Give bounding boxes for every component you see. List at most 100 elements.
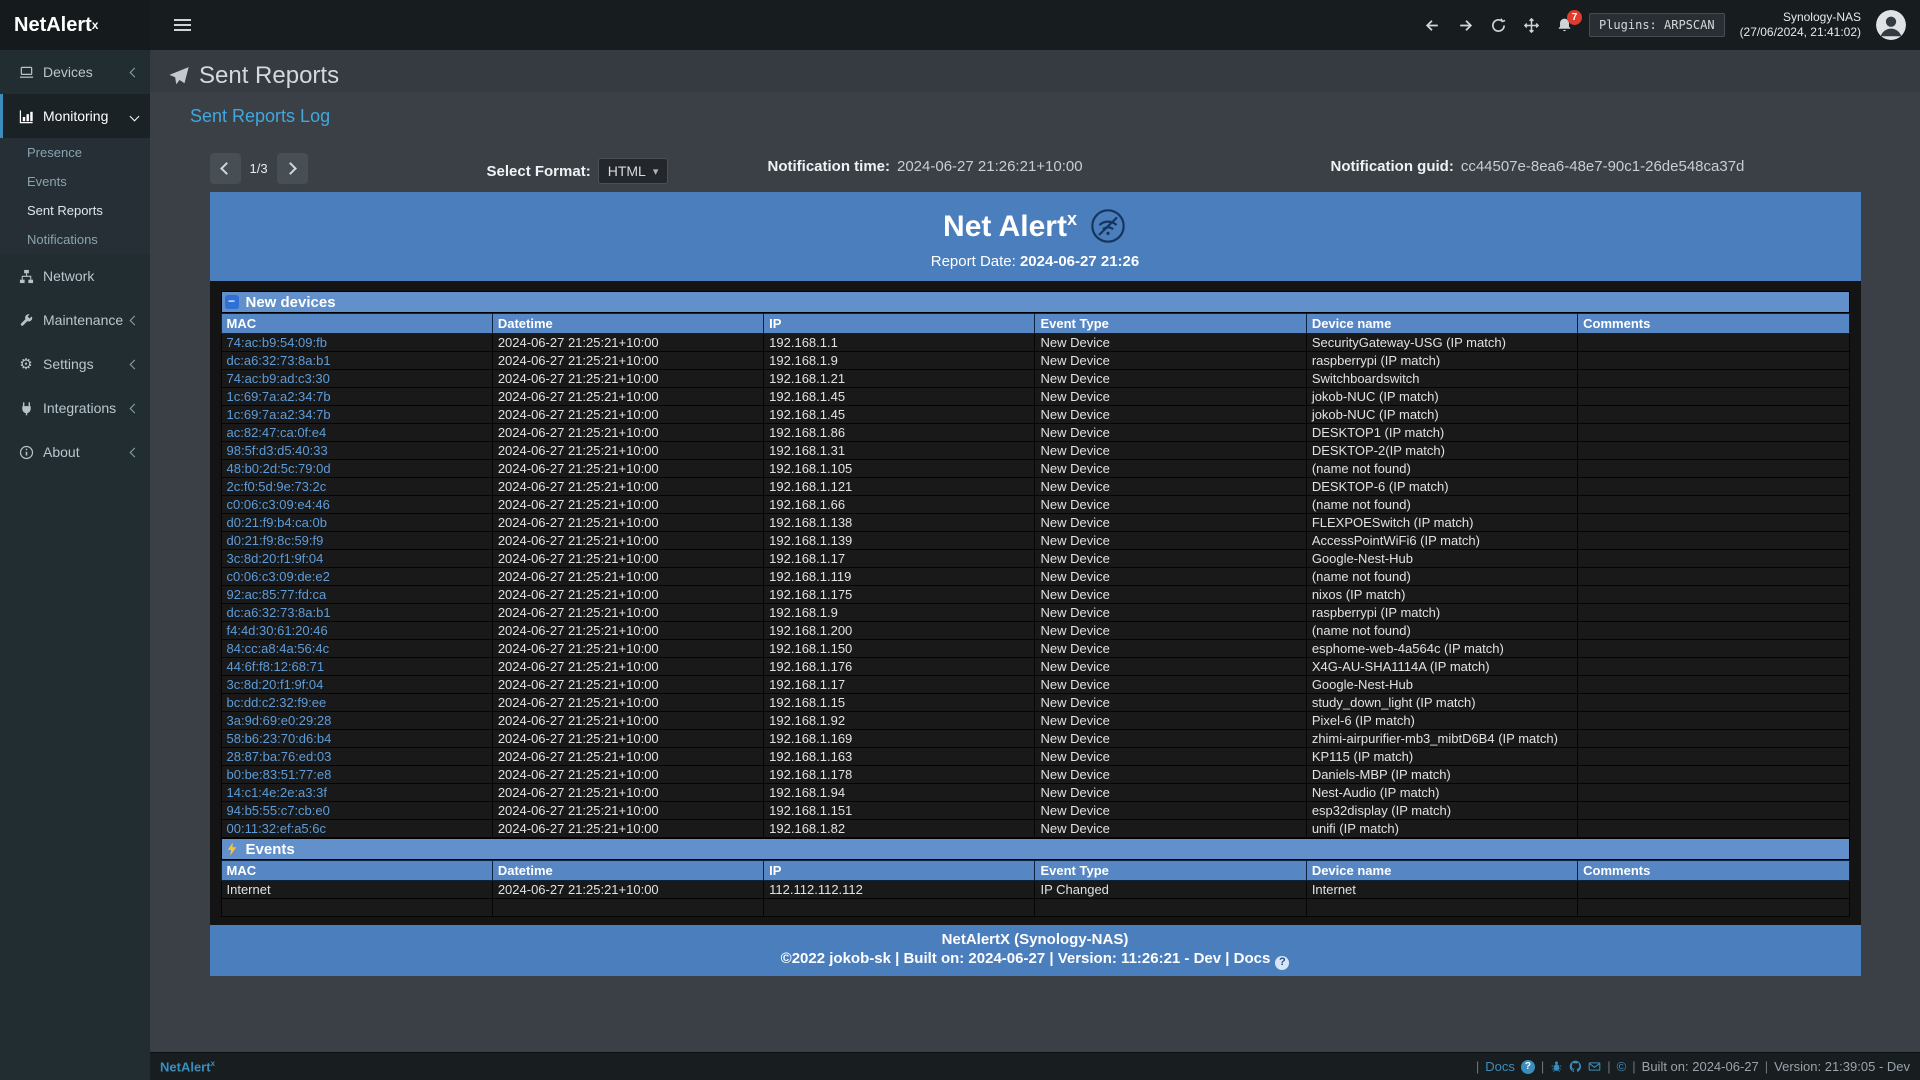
docs-link[interactable]: Docs — [1485, 1059, 1515, 1074]
sidebar-item-settings[interactable]: ⚙ Settings — [0, 342, 150, 386]
mac-link[interactable]: d0:21:f9:b4:ca:0b — [221, 514, 492, 532]
mac-link[interactable]: dc:a6:32:73:8a:b1 — [221, 604, 492, 622]
notification-guid-group: Notification guid: cc44507e-8ea6-48e7-90… — [1331, 158, 1745, 175]
mac-link[interactable]: 92:ac:85:77:fd:ca — [221, 586, 492, 604]
refresh-icon[interactable] — [1490, 16, 1508, 34]
mac-link[interactable]: 48:b0:2d:5c:79:0d — [221, 460, 492, 478]
device-name-cell: jokob-NUC (IP match) — [1306, 388, 1577, 406]
move-icon[interactable] — [1523, 16, 1541, 34]
ip-cell: 192.168.1.119 — [764, 568, 1035, 586]
mac-link[interactable]: c0:06:c3:09:e4:46 — [221, 496, 492, 514]
mail-icon[interactable] — [1588, 1060, 1601, 1073]
format-group: Select Format: HTML ▾ — [487, 158, 669, 184]
event-type-cell: New Device — [1035, 730, 1306, 748]
datetime-cell: 2024-06-27 21:25:21+10:00 — [492, 766, 763, 784]
chevron-down-icon — [130, 111, 140, 121]
mac-link[interactable]: 14:c1:4e:2e:a3:3f — [221, 784, 492, 802]
mac-link[interactable]: 28:87:ba:76:ed:03 — [221, 748, 492, 766]
sidebar-item-monitoring[interactable]: Monitoring — [0, 94, 150, 138]
copyright-icon[interactable]: © — [1617, 1059, 1627, 1074]
mac-link[interactable]: 1c:69:7a:a2:34:7b — [221, 406, 492, 424]
question-circle-icon[interactable]: ? — [1521, 1060, 1535, 1074]
device-name-cell: DESKTOP-6 (IP match) — [1306, 478, 1577, 496]
footer-brand[interactable]: NetAlertx — [160, 1059, 215, 1074]
mac-link[interactable]: bc:dd:c2:32:f9:ee — [221, 694, 492, 712]
mac-link[interactable]: 3c:8d:20:f1:9f:04 — [221, 550, 492, 568]
sidebar-item-integrations[interactable]: Integrations — [0, 386, 150, 430]
mac-link[interactable]: 74:ac:b9:ad:c3:30 — [221, 370, 492, 388]
device-row: dc:a6:32:73:8a:b1 2024-06-27 21:25:21+10… — [221, 604, 1849, 622]
mac-link[interactable]: 84:cc:a8:4a:56:4c — [221, 640, 492, 658]
notifications-bell-icon[interactable]: 7 — [1556, 16, 1574, 34]
device-row: 74:ac:b9:54:09:fb 2024-06-27 21:25:21+10… — [221, 334, 1849, 352]
mac-link[interactable]: dc:a6:32:73:8a:b1 — [221, 352, 492, 370]
mac-link[interactable]: 58:b6:23:70:d6:b4 — [221, 730, 492, 748]
device-name-cell: Google-Nest-Hub — [1306, 676, 1577, 694]
datetime-cell: 2024-06-27 21:25:21+10:00 — [492, 820, 763, 838]
sent-reports-log-link[interactable]: Sent Reports Log — [190, 106, 330, 127]
mac-link[interactable]: 94:b5:55:c7:cb:e0 — [221, 802, 492, 820]
sidebar-item-devices[interactable]: Devices — [0, 50, 150, 94]
ip-cell: 192.168.1.139 — [764, 532, 1035, 550]
datetime-cell: 2024-06-27 21:25:21+10:00 — [492, 352, 763, 370]
report-controls: 1/3 Select Format: HTML ▾ Notification t… — [210, 151, 1861, 187]
mac-link[interactable]: d0:21:f9:8c:59:f9 — [221, 532, 492, 550]
device-row: 3c:8d:20:f1:9f:04 2024-06-27 21:25:21+10… — [221, 550, 1849, 568]
mac-cell: Internet — [221, 881, 492, 899]
mac-link[interactable]: ac:82:47:ca:0f:e4 — [221, 424, 492, 442]
mac-link[interactable]: 3c:8d:20:f1:9f:04 — [221, 676, 492, 694]
forward-arrow-icon[interactable] — [1457, 16, 1475, 34]
github-icon[interactable] — [1569, 1060, 1582, 1073]
mac-link[interactable]: b0:be:83:51:77:e8 — [221, 766, 492, 784]
sidebar-subitem-presence[interactable]: Presence — [0, 138, 150, 167]
event-type-cell: New Device — [1035, 802, 1306, 820]
datetime-cell: 2024-06-27 21:25:21+10:00 — [492, 748, 763, 766]
app-logo[interactable]: NetAlertx — [0, 0, 150, 50]
mac-link[interactable]: 44:6f:f8:12:68:71 — [221, 658, 492, 676]
mac-link[interactable]: 2c:f0:5d:9e:73:2c — [221, 478, 492, 496]
new-devices-section-bar: − New devices — [221, 291, 1850, 313]
comments-cell — [1578, 640, 1849, 658]
event-type-cell: New Device — [1035, 352, 1306, 370]
sidebar-item-maintenance[interactable]: Maintenance — [0, 298, 150, 342]
next-page-button[interactable] — [277, 153, 308, 184]
sidebar-subitem-events[interactable]: Events — [0, 167, 150, 196]
back-arrow-icon[interactable] — [1424, 16, 1442, 34]
mac-link[interactable]: f4:4d:30:61:20:46 — [221, 622, 492, 640]
device-name-cell: (name not found) — [1306, 568, 1577, 586]
report-date: Report Date: 2024-06-27 21:26 — [210, 253, 1861, 270]
mac-link[interactable]: 3a:9d:69:e0:29:28 — [221, 712, 492, 730]
plugins-badge[interactable]: Plugins: ARPSCAN — [1589, 13, 1725, 37]
sidebar-toggle-button[interactable] — [168, 13, 197, 37]
device-row: 28:87:ba:76:ed:03 2024-06-27 21:25:21+10… — [221, 748, 1849, 766]
devices-icon — [17, 65, 35, 80]
device-name-cell: jokob-NUC (IP match) — [1306, 406, 1577, 424]
page-title: Sent Reports — [199, 62, 339, 90]
datetime-cell: 2024-06-27 21:25:21+10:00 — [492, 370, 763, 388]
ip-cell: 192.168.1.31 — [764, 442, 1035, 460]
datetime-cell: 2024-06-27 21:25:21+10:00 — [492, 496, 763, 514]
mac-link[interactable]: c0:06:c3:09:de:e2 — [221, 568, 492, 586]
mac-link[interactable]: 74:ac:b9:54:09:fb — [221, 334, 492, 352]
pager: 1/3 — [210, 153, 308, 184]
datetime-cell: 2024-06-27 21:25:21+10:00 — [492, 388, 763, 406]
sidebar-subitem-sent-reports[interactable]: Sent Reports — [0, 196, 150, 225]
question-circle-icon[interactable]: ? — [1275, 956, 1289, 970]
mac-link[interactable]: 00:11:32:ef:a5:6c — [221, 820, 492, 838]
bug-icon[interactable] — [1550, 1060, 1563, 1073]
prev-page-button[interactable] — [210, 153, 241, 184]
device-row: d0:21:f9:8c:59:f9 2024-06-27 21:25:21+10… — [221, 532, 1849, 550]
sidebar-item-about[interactable]: About — [0, 430, 150, 474]
format-select[interactable]: HTML ▾ — [598, 158, 669, 184]
event-type-cell: New Device — [1035, 424, 1306, 442]
chevron-left-icon — [130, 359, 140, 369]
mac-link[interactable]: 1c:69:7a:a2:34:7b — [221, 388, 492, 406]
user-avatar[interactable] — [1876, 10, 1906, 40]
mac-link[interactable]: 98:5f:d3:d5:40:33 — [221, 442, 492, 460]
sidebar-subitem-notifications[interactable]: Notifications — [0, 225, 150, 254]
paper-plane-icon — [168, 65, 190, 87]
comments-cell — [1578, 550, 1849, 568]
sidebar-item-network[interactable]: Network — [0, 254, 150, 298]
device-row: d0:21:f9:b4:ca:0b 2024-06-27 21:25:21+10… — [221, 514, 1849, 532]
device-row: 94:b5:55:c7:cb:e0 2024-06-27 21:25:21+10… — [221, 802, 1849, 820]
